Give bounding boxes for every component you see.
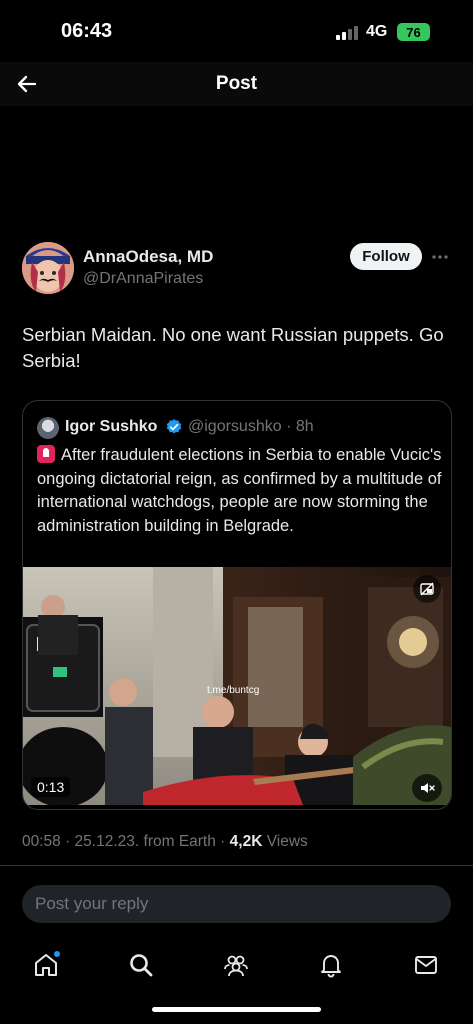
views-label: Views: [266, 833, 308, 850]
follow-button[interactable]: Follow: [350, 243, 422, 270]
post-metadata: 00:58 · 25.12.23. from Earth · 4,2K View…: [22, 833, 308, 851]
tab-notifications[interactable]: [311, 945, 351, 985]
home-indicator: [152, 1007, 321, 1012]
tab-home[interactable]: [26, 945, 66, 985]
battery-level: 76: [406, 24, 421, 40]
quoted-post-text: After fraudulent elections in Serbia to …: [37, 444, 447, 538]
verified-badge-icon: [166, 419, 182, 434]
signal-icon: [336, 26, 360, 40]
quoted-author-name[interactable]: Igor Sushko: [65, 418, 157, 436]
reply-placeholder: Post your reply: [35, 894, 149, 913]
mute-button[interactable]: [412, 774, 442, 802]
video-duration: 0:13: [31, 777, 71, 797]
author-name[interactable]: AnnaOdesa, MD: [83, 247, 213, 267]
video-player[interactable]: t.me/buntcg 0:13: [23, 567, 451, 805]
battery-icon: 76: [397, 23, 430, 41]
views-count[interactable]: 4,2K: [230, 833, 263, 850]
video-watermark: t.me/buntcg: [207, 685, 260, 696]
notifications-icon: [321, 955, 341, 978]
notification-dot: [54, 951, 60, 957]
nav-bar: Post: [0, 62, 473, 106]
author-handle[interactable]: @DrAnnaPirates: [83, 270, 203, 288]
page-title: Post: [215, 73, 258, 94]
status-bar: 06:43 4G 76: [0, 0, 473, 62]
avatar-image: [22, 242, 74, 294]
tweet-text: Serbian Maidan. No one want Russian pupp…: [22, 324, 444, 371]
messages-icon: [415, 956, 437, 974]
communities-icon: [224, 955, 248, 977]
divider: [0, 865, 473, 866]
quoted-post[interactable]: Igor Sushko @igorsushko · 8h After fraud…: [22, 400, 452, 810]
post-timestamp: 00:58 · 25.12.23. from Earth ·: [22, 833, 226, 850]
tab-search[interactable]: [121, 945, 161, 985]
network-type: 4G: [366, 23, 388, 40]
quoted-author-handle[interactable]: @igorsushko · 8h: [188, 418, 314, 436]
more-horizontal-icon[interactable]: [431, 254, 449, 260]
quoted-author-avatar[interactable]: [37, 417, 59, 439]
picture-in-picture-off-icon: [420, 582, 434, 596]
speaker-muted-icon: [421, 783, 435, 793]
siren-emoji-icon: [37, 445, 55, 463]
reply-input[interactable]: Post your reply: [22, 885, 451, 923]
search-icon: [130, 954, 153, 977]
picture-in-picture-button[interactable]: [413, 575, 441, 603]
tab-messages[interactable]: [406, 945, 446, 985]
avatar[interactable]: [22, 242, 74, 294]
tab-communities[interactable]: [216, 945, 256, 985]
status-time: 06:43: [61, 20, 113, 42]
quoted-post-body: After fraudulent elections in Serbia to …: [37, 446, 442, 535]
